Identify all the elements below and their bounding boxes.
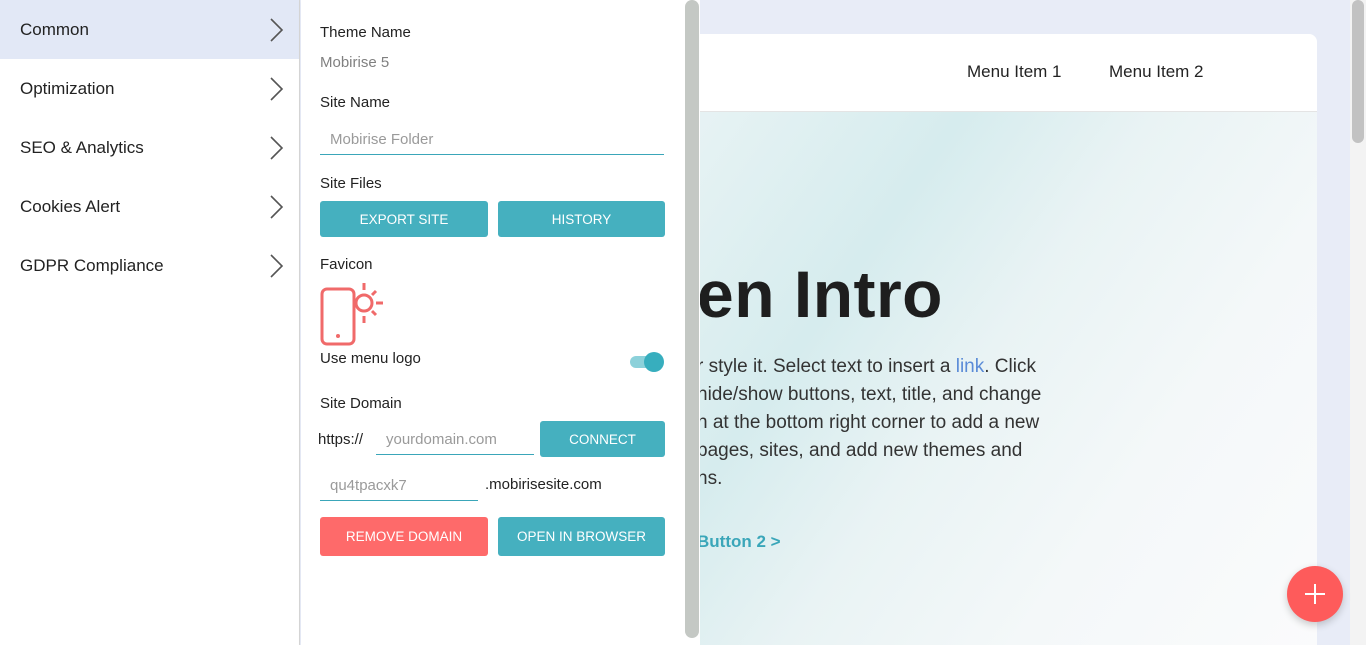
page-scrollbar-thumb[interactable] [1352, 0, 1364, 143]
open-in-browser-button[interactable]: OPEN IN BROWSER [498, 517, 665, 556]
menu-item-common[interactable]: Common [0, 0, 299, 59]
page-scrollbar[interactable] [1350, 0, 1366, 645]
hero-button-2[interactable]: Button 2 > [700, 532, 781, 552]
export-site-button[interactable]: EXPORT SITE [320, 201, 488, 237]
menu-item-gdpr-compliance[interactable]: GDPR Compliance [0, 236, 299, 295]
chevron-right-icon [270, 135, 284, 160]
menu-item-label: Common [20, 19, 89, 39]
site-preview: Menu Item 1 Menu Item 2 en Intro r style… [700, 0, 1366, 645]
site-domain-label: Site Domain [320, 395, 402, 412]
subdomain-input[interactable] [320, 470, 478, 501]
domain-prefix: https:// [318, 431, 364, 448]
chevron-right-icon [270, 253, 284, 278]
hero-text-line[interactable]: r style it. Select text to insert a link… [700, 356, 1036, 378]
menu-item-label: GDPR Compliance [20, 255, 164, 275]
preview-page-card: Menu Item 1 Menu Item 2 en Intro r style… [700, 34, 1317, 645]
theme-name-value: Mobirise 5 [320, 54, 390, 71]
connect-button[interactable]: CONNECT [540, 421, 665, 457]
site-name-label: Site Name [320, 94, 391, 111]
hero-text-line[interactable]: pages, sites, and add new themes and [700, 440, 1022, 462]
phone-sun-icon[interactable] [320, 281, 384, 347]
subdomain-suffix: .mobirisesite.com [485, 476, 602, 493]
hero-text-line[interactable]: n at the bottom right corner to add a ne… [700, 412, 1039, 434]
remove-domain-button[interactable]: REMOVE DOMAIN [320, 517, 488, 556]
hero-text-line[interactable]: ns. [700, 468, 722, 490]
history-button[interactable]: HISTORY [498, 201, 665, 237]
chevron-right-icon [270, 17, 284, 42]
menu-item-label: Cookies Alert [20, 196, 121, 216]
add-block-button[interactable] [1287, 566, 1343, 622]
chevron-right-icon [270, 76, 284, 101]
use-menu-logo-label: Use menu logo [320, 350, 421, 367]
hero-title[interactable]: en Intro [700, 256, 943, 332]
menu-item-label: SEO & Analytics [20, 137, 144, 157]
settings-panel-scrollbar[interactable] [685, 0, 699, 638]
hero-text-line[interactable]: hide/show buttons, text, title, and chan… [700, 384, 1041, 406]
menu-item-optimization[interactable]: Optimization [0, 59, 299, 118]
toggle-knob [644, 352, 664, 372]
menu-item-seo-analytics[interactable]: SEO & Analytics [0, 118, 299, 177]
menu-item-cookies-alert[interactable]: Cookies Alert [0, 177, 299, 236]
settings-category-menu: Common Optimization SEO & Analytics Cook… [0, 0, 300, 645]
domain-input[interactable] [376, 424, 534, 455]
common-settings-panel: Theme Name Mobirise 5 Site Name Site Fil… [301, 0, 700, 645]
hero-link[interactable]: link [956, 356, 985, 377]
use-menu-logo-toggle[interactable] [630, 352, 664, 372]
preview-navbar: Menu Item 1 Menu Item 2 [700, 34, 1317, 112]
preview-menu-item-2[interactable]: Menu Item 2 [1109, 62, 1204, 82]
preview-menu-item-1[interactable]: Menu Item 1 [967, 62, 1062, 82]
site-files-label: Site Files [320, 175, 382, 192]
plus-icon [1305, 584, 1325, 604]
site-name-input[interactable] [320, 124, 664, 155]
chevron-right-icon [270, 194, 284, 219]
favicon-label: Favicon [320, 256, 373, 273]
menu-item-label: Optimization [20, 78, 115, 98]
theme-name-label: Theme Name [320, 24, 411, 41]
